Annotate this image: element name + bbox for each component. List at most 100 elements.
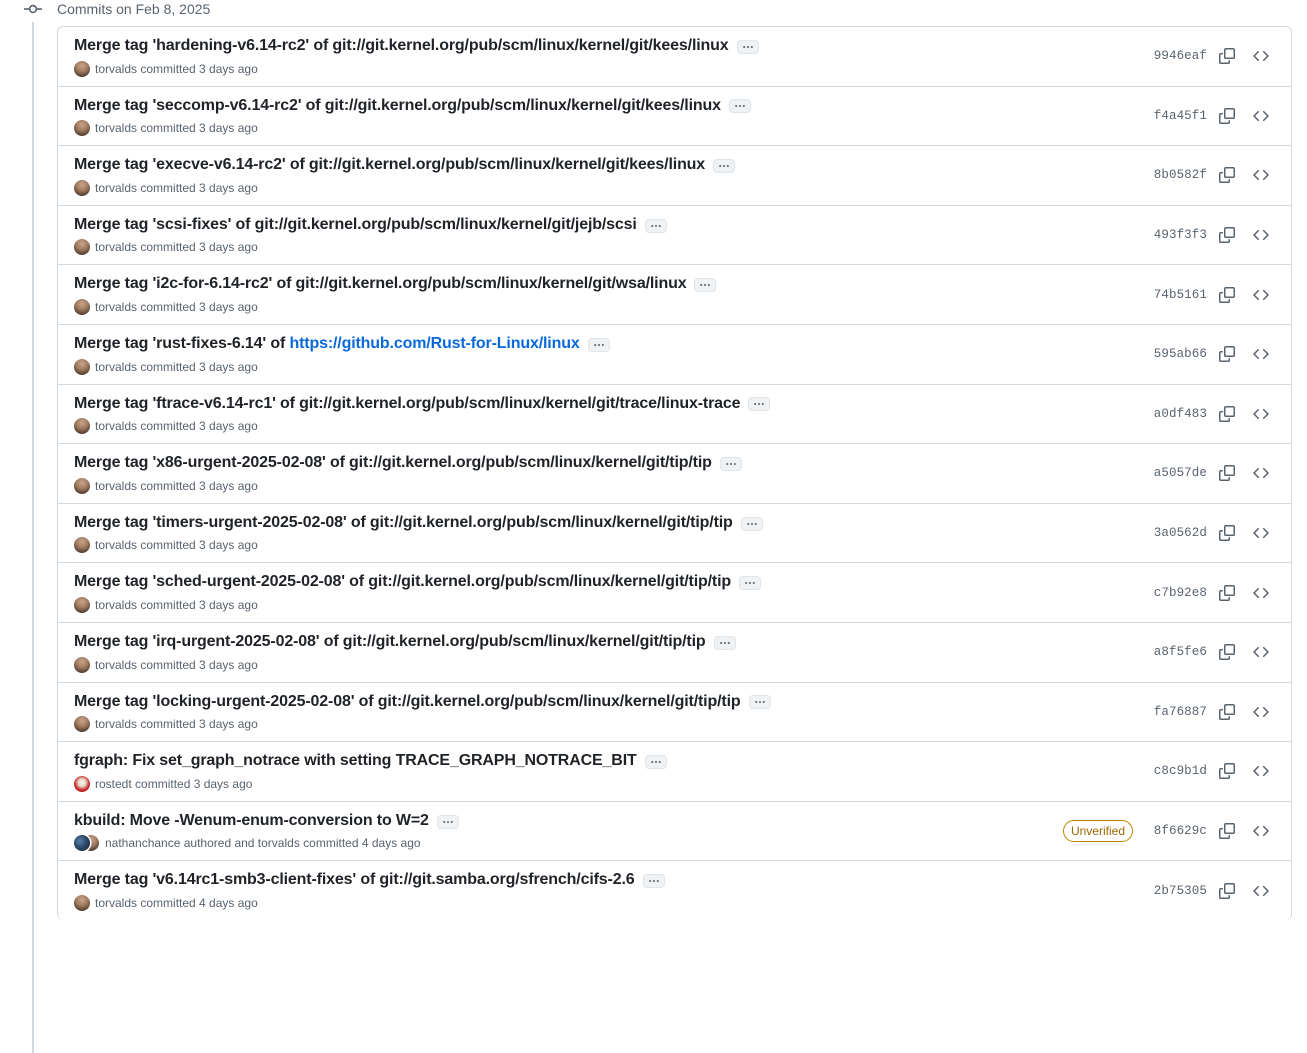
commit-sha[interactable]: a5057de <box>1145 466 1207 480</box>
commit-row[interactable]: kbuild: Move -Wenum-enum-conversion to W… <box>58 802 1291 862</box>
commit-sha[interactable]: fa76887 <box>1145 705 1207 719</box>
commit-author-link[interactable]: torvalds <box>95 179 137 197</box>
commit-author-link[interactable]: torvalds <box>95 536 137 554</box>
ellipsis-icon[interactable] <box>436 814 459 829</box>
commit-author-link[interactable]: rostedt <box>95 775 132 793</box>
commit-row[interactable]: Merge tag 'seccomp-v6.14-rc2' of git://g… <box>58 87 1291 147</box>
copy-icon[interactable] <box>1213 579 1241 607</box>
commit-row[interactable]: fgraph: Fix set_graph_notrace with setti… <box>58 742 1291 802</box>
ellipsis-icon[interactable] <box>748 695 771 710</box>
commit-sha[interactable]: c7b92e8 <box>1145 586 1207 600</box>
commit-title[interactable]: Merge tag 'sched-urgent-2025-02-08' of g… <box>74 571 731 593</box>
commit-sha[interactable]: a0df483 <box>1145 407 1207 421</box>
copy-icon[interactable] <box>1213 221 1241 249</box>
copy-icon[interactable] <box>1213 102 1241 130</box>
code-icon[interactable] <box>1247 877 1275 905</box>
commit-sha[interactable]: f4a45f1 <box>1145 109 1207 123</box>
copy-icon[interactable] <box>1213 698 1241 726</box>
commit-title[interactable]: Merge tag 'seccomp-v6.14-rc2' of git://g… <box>74 95 721 117</box>
ellipsis-icon[interactable] <box>587 337 610 352</box>
copy-icon[interactable] <box>1213 638 1241 666</box>
copy-icon[interactable] <box>1213 161 1241 189</box>
commit-author-link[interactable]: torvalds <box>95 715 137 733</box>
commit-sha[interactable]: c8c9b1d <box>1145 764 1207 778</box>
commit-author-link[interactable]: torvalds <box>95 60 137 78</box>
commit-sha[interactable]: a8f5fe6 <box>1145 645 1207 659</box>
code-icon[interactable] <box>1247 161 1275 189</box>
copy-icon[interactable] <box>1213 340 1241 368</box>
ellipsis-icon[interactable] <box>644 218 667 233</box>
commit-sha[interactable]: 8f6629c <box>1145 824 1207 838</box>
commit-title[interactable]: Merge tag 'timers-urgent-2025-02-08' of … <box>74 512 733 534</box>
ellipsis-icon[interactable] <box>644 754 667 769</box>
commit-row[interactable]: Merge tag 'timers-urgent-2025-02-08' of … <box>58 504 1291 564</box>
copy-icon[interactable] <box>1213 877 1241 905</box>
ellipsis-icon[interactable] <box>713 635 736 650</box>
commit-row[interactable]: Merge tag 'scsi-fixes' of git://git.kern… <box>58 206 1291 266</box>
commit-row[interactable]: Merge tag 'rust-fixes-6.14' of https://g… <box>58 325 1291 385</box>
ellipsis-icon[interactable] <box>719 456 742 471</box>
commit-sha[interactable]: 3a0562d <box>1145 526 1207 540</box>
commit-author-link[interactable]: torvalds <box>95 656 137 674</box>
commit-sha[interactable]: 595ab66 <box>1145 347 1207 361</box>
commit-title[interactable]: Merge tag 'ftrace-v6.14-rc1' of git://gi… <box>74 393 741 415</box>
copy-icon[interactable] <box>1213 281 1241 309</box>
code-icon[interactable] <box>1247 400 1275 428</box>
ellipsis-icon[interactable] <box>694 278 717 293</box>
code-icon[interactable] <box>1247 281 1275 309</box>
commit-author-link[interactable]: torvalds <box>95 894 137 912</box>
code-icon[interactable] <box>1247 340 1275 368</box>
commit-title[interactable]: Merge tag 'rust-fixes-6.14' of https://g… <box>74 333 580 355</box>
commit-author-link[interactable]: torvalds <box>95 477 137 495</box>
ellipsis-icon[interactable] <box>748 397 771 412</box>
ellipsis-icon[interactable] <box>740 516 763 531</box>
commit-row[interactable]: Merge tag 'hardening-v6.14-rc2' of git:/… <box>58 27 1291 87</box>
commit-row[interactable]: Merge tag 'sched-urgent-2025-02-08' of g… <box>58 563 1291 623</box>
commit-author-link[interactable]: torvalds <box>95 417 137 435</box>
commit-row[interactable]: Merge tag 'locking-urgent-2025-02-08' of… <box>58 683 1291 743</box>
copy-icon[interactable] <box>1213 42 1241 70</box>
ellipsis-icon[interactable] <box>713 158 736 173</box>
ellipsis-icon[interactable] <box>736 39 759 54</box>
commit-title[interactable]: Merge tag 'i2c-for-6.14-rc2' of git://gi… <box>74 273 687 295</box>
commit-title[interactable]: Merge tag 'v6.14rc1-smb3-client-fixes' o… <box>74 869 635 891</box>
commit-title[interactable]: Merge tag 'locking-urgent-2025-02-08' of… <box>74 691 741 713</box>
commit-sha[interactable]: 8b0582f <box>1145 168 1207 182</box>
commit-row[interactable]: Merge tag 'irq-urgent-2025-02-08' of git… <box>58 623 1291 683</box>
copy-icon[interactable] <box>1213 400 1241 428</box>
commit-author-link[interactable]: torvalds <box>95 238 137 256</box>
copy-icon[interactable] <box>1213 519 1241 547</box>
commit-sha[interactable]: 2b75305 <box>1145 884 1207 898</box>
code-icon[interactable] <box>1247 459 1275 487</box>
commit-author-link[interactable]: nathanchance <box>105 834 180 852</box>
commit-title[interactable]: Merge tag 'scsi-fixes' of git://git.kern… <box>74 214 637 236</box>
copy-icon[interactable] <box>1213 757 1241 785</box>
commit-sha[interactable]: 74b5161 <box>1145 288 1207 302</box>
code-icon[interactable] <box>1247 579 1275 607</box>
ellipsis-icon[interactable] <box>739 576 762 591</box>
commit-row[interactable]: Merge tag 'i2c-for-6.14-rc2' of git://gi… <box>58 265 1291 325</box>
commit-title[interactable]: Merge tag 'execve-v6.14-rc2' of git://gi… <box>74 154 705 176</box>
commit-author-link[interactable]: torvalds <box>95 358 137 376</box>
commit-author-link[interactable]: torvalds <box>95 298 137 316</box>
ellipsis-icon[interactable] <box>642 874 665 889</box>
code-icon[interactable] <box>1247 817 1275 845</box>
code-icon[interactable] <box>1247 638 1275 666</box>
commit-title[interactable]: fgraph: Fix set_graph_notrace with setti… <box>74 750 637 772</box>
commit-author-link[interactable]: torvalds <box>95 119 137 137</box>
commit-title[interactable]: Merge tag 'hardening-v6.14-rc2' of git:/… <box>74 35 729 57</box>
commit-row[interactable]: Merge tag 'execve-v6.14-rc2' of git://gi… <box>58 146 1291 206</box>
ellipsis-icon[interactable] <box>728 99 751 114</box>
status-badge[interactable]: Unverified <box>1062 820 1133 843</box>
commit-sha[interactable]: 493f3f3 <box>1145 228 1207 242</box>
copy-icon[interactable] <box>1213 459 1241 487</box>
commit-row[interactable]: Merge tag 'x86-urgent-2025-02-08' of git… <box>58 444 1291 504</box>
commit-title[interactable]: kbuild: Move -Wenum-enum-conversion to W… <box>74 810 429 832</box>
code-icon[interactable] <box>1247 42 1275 70</box>
code-icon[interactable] <box>1247 102 1275 130</box>
commit-title[interactable]: Merge tag 'x86-urgent-2025-02-08' of git… <box>74 452 712 474</box>
commit-title-url-link[interactable]: https://github.com/Rust-for-Linux/linux <box>289 335 579 352</box>
code-icon[interactable] <box>1247 698 1275 726</box>
commit-sha[interactable]: 9946eaf <box>1145 49 1207 63</box>
copy-icon[interactable] <box>1213 817 1241 845</box>
